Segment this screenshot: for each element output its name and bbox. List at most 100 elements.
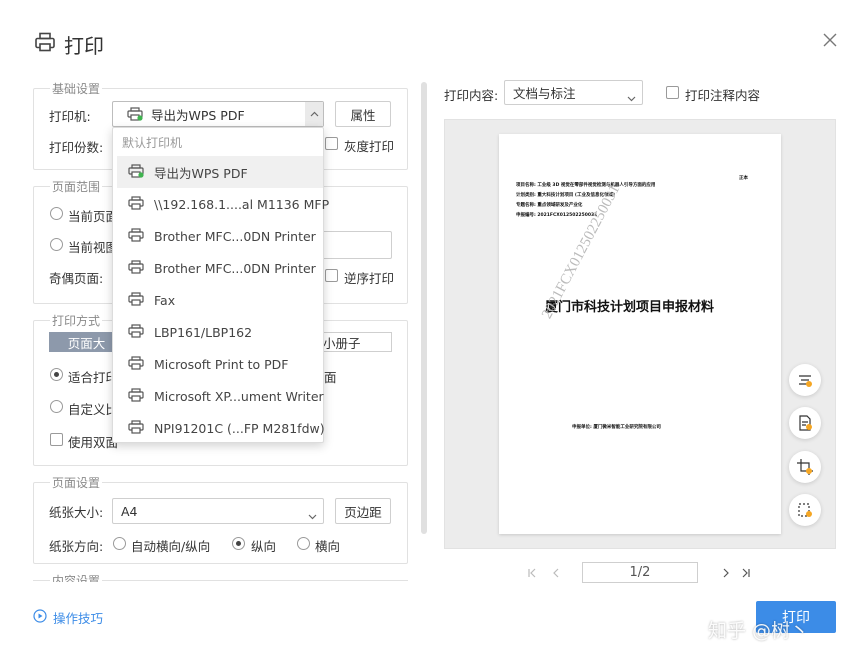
printer-option-label: Microsoft Print to PDF [154, 356, 289, 372]
current-view-radio[interactable] [50, 238, 63, 251]
basic-settings-title: 基础设置 [50, 80, 103, 97]
source-watermark: 知乎 @树丶 [708, 620, 810, 642]
page-settings-tool-icon[interactable] [789, 364, 821, 396]
printer-select[interactable]: 导出为WPS PDF [112, 101, 324, 127]
printer-icon [128, 355, 144, 373]
printer-icon [128, 387, 144, 405]
dialog-title-text: 打印 [64, 34, 104, 58]
tips-link[interactable]: 操作技巧 [33, 608, 103, 627]
chevron-up-icon[interactable] [305, 102, 323, 126]
preview-page: 正本 项目名称: 工业级 3D 视觉在零部件视觉检测与机器人引导方面的应用 计划… [499, 134, 781, 534]
doc-line: 申报编号: 2021FCX012502250031 [516, 213, 598, 218]
printer-label: 打印机: [49, 109, 91, 124]
printer-option[interactable]: Brother MFC...0DN Printer [113, 220, 323, 252]
tab-booklet[interactable]: 小册子 [320, 332, 392, 352]
menu-header: 默认打印机 [122, 136, 183, 150]
landscape-label: 横向 [315, 539, 341, 554]
first-page-icon[interactable] [527, 566, 537, 581]
grayscale-label: 灰度打印 [344, 139, 395, 154]
page-indicator[interactable]: 1/2 [582, 562, 698, 583]
left-scrollbar[interactable] [421, 82, 427, 534]
printer-option[interactable]: 导出为WPS PDF [117, 156, 323, 188]
chevron-down-icon [627, 90, 636, 105]
dialog-title: 打印 [34, 30, 104, 59]
chevron-down-icon [308, 508, 317, 523]
printer-option[interactable]: Fax [113, 284, 323, 316]
doc-line: 项目名称: 工业级 3D 视觉在零部件视觉检测与机器人引导方面的应用 [516, 183, 656, 188]
auto-orient-radio[interactable] [113, 537, 126, 550]
current-view-label: 当前视图 [68, 240, 119, 255]
duplex-label: 使用双面 [68, 435, 119, 450]
print-content-select[interactable]: 文档与标注 [504, 80, 643, 105]
printer-option[interactable]: LBP161/LBP162 [113, 316, 323, 348]
next-page-icon[interactable] [721, 566, 731, 581]
printer-icon [128, 419, 144, 437]
properties-button[interactable]: 属性 [335, 101, 391, 127]
play-circle-icon [33, 609, 47, 626]
printer-option-label: Brother MFC...0DN Printer [154, 260, 316, 276]
printer-option[interactable]: Microsoft XP...ument Writer [113, 380, 324, 412]
print-content-value: 文档与标注 [513, 86, 576, 101]
print-method-title: 打印方式 [50, 312, 103, 329]
auto-orient-label: 自动横向/纵向 [131, 539, 211, 554]
printer-option-label: Microsoft XP...ument Writer [154, 388, 324, 404]
printer-option-label: Fax [154, 292, 176, 308]
grayscale-checkbox[interactable] [325, 137, 338, 150]
last-page-icon[interactable] [741, 566, 751, 581]
odd-even-label: 奇偶页面: [49, 271, 104, 286]
pdf-printer-icon [127, 107, 143, 121]
printer-option[interactable]: Brother MFC...0DN Printer [113, 252, 323, 284]
printer-icon [128, 227, 144, 245]
corner-mark: 正本 [739, 176, 748, 181]
page-setup-title: 页面设置 [50, 474, 103, 491]
doc-settings-tool-icon[interactable] [789, 407, 821, 439]
printer-icon [128, 323, 144, 341]
printer-icon [128, 259, 144, 277]
copies-label: 打印份数: [49, 140, 104, 155]
portrait-label: 纵向 [251, 539, 277, 554]
doc-applicant: 申报单位: 厦门微米智能工业研究院有限公司 [572, 425, 661, 430]
reverse-checkbox[interactable] [325, 269, 338, 282]
duplex-checkbox[interactable] [50, 433, 63, 446]
current-page-radio[interactable] [50, 207, 63, 220]
tips-label: 操作技巧 [53, 611, 104, 626]
current-page-label: 当前页面 [68, 209, 119, 224]
paper-size-select[interactable]: A4 [112, 498, 324, 524]
content-setup-title: 内容设置 [50, 572, 103, 582]
print-content-label: 打印内容: [444, 88, 499, 103]
pdf-printer-icon [128, 163, 144, 181]
printer-option[interactable]: NPI91201C (...FP M281fdw) [113, 412, 325, 444]
split-tool-icon[interactable] [789, 494, 821, 526]
printer-option-label: Brother MFC...0DN Printer [154, 228, 316, 244]
page-range-input[interactable] [320, 231, 392, 259]
paper-size-label: 纸张大小: [49, 505, 104, 520]
orientation-label: 纸张方向: [49, 539, 104, 554]
printer-option-label: \\192.168.1....al M1136 MFP [154, 196, 330, 212]
print-annotations-checkbox[interactable] [666, 86, 679, 99]
custom-scale-radio[interactable] [50, 400, 63, 413]
page-range-title: 页面范围 [50, 178, 103, 195]
printer-option-label: 导出为WPS PDF [154, 165, 248, 181]
landscape-radio[interactable] [297, 537, 310, 550]
printer-option[interactable]: Microsoft Print to PDF [113, 348, 323, 380]
printer-option-label: NPI91201C (...FP M281fdw) [154, 420, 325, 436]
print-annotations-label: 打印注释内容 [685, 88, 761, 103]
margins-button[interactable]: 页边距 [335, 498, 391, 524]
custom-scale-label: 自定义比 [68, 402, 119, 417]
printer-icon [128, 195, 144, 213]
printer-icon [34, 31, 56, 58]
paper-size-value: A4 [121, 503, 138, 519]
printer-dropdown-menu: 默认打印机 导出为WPS PDF \\192.168.1....al M1136… [112, 127, 329, 444]
fit-print-radio[interactable] [50, 368, 63, 381]
printer-option-label: LBP161/LBP162 [154, 324, 253, 340]
fit-print-label: 适合打印 [68, 370, 119, 385]
crop-tool-icon[interactable] [789, 451, 821, 483]
portrait-radio[interactable] [232, 537, 245, 550]
doc-line: 专题名称: 重点领域研发及产业化 [516, 203, 583, 208]
printer-option[interactable]: \\192.168.1....al M1136 MFP [113, 188, 329, 220]
prev-page-icon[interactable] [551, 566, 561, 581]
close-icon[interactable] [822, 32, 838, 48]
reverse-label: 逆序打印 [344, 271, 395, 286]
printer-select-value: 导出为WPS PDF [151, 107, 245, 123]
doc-title: 厦门市科技计划项目申报材料 [545, 300, 715, 315]
